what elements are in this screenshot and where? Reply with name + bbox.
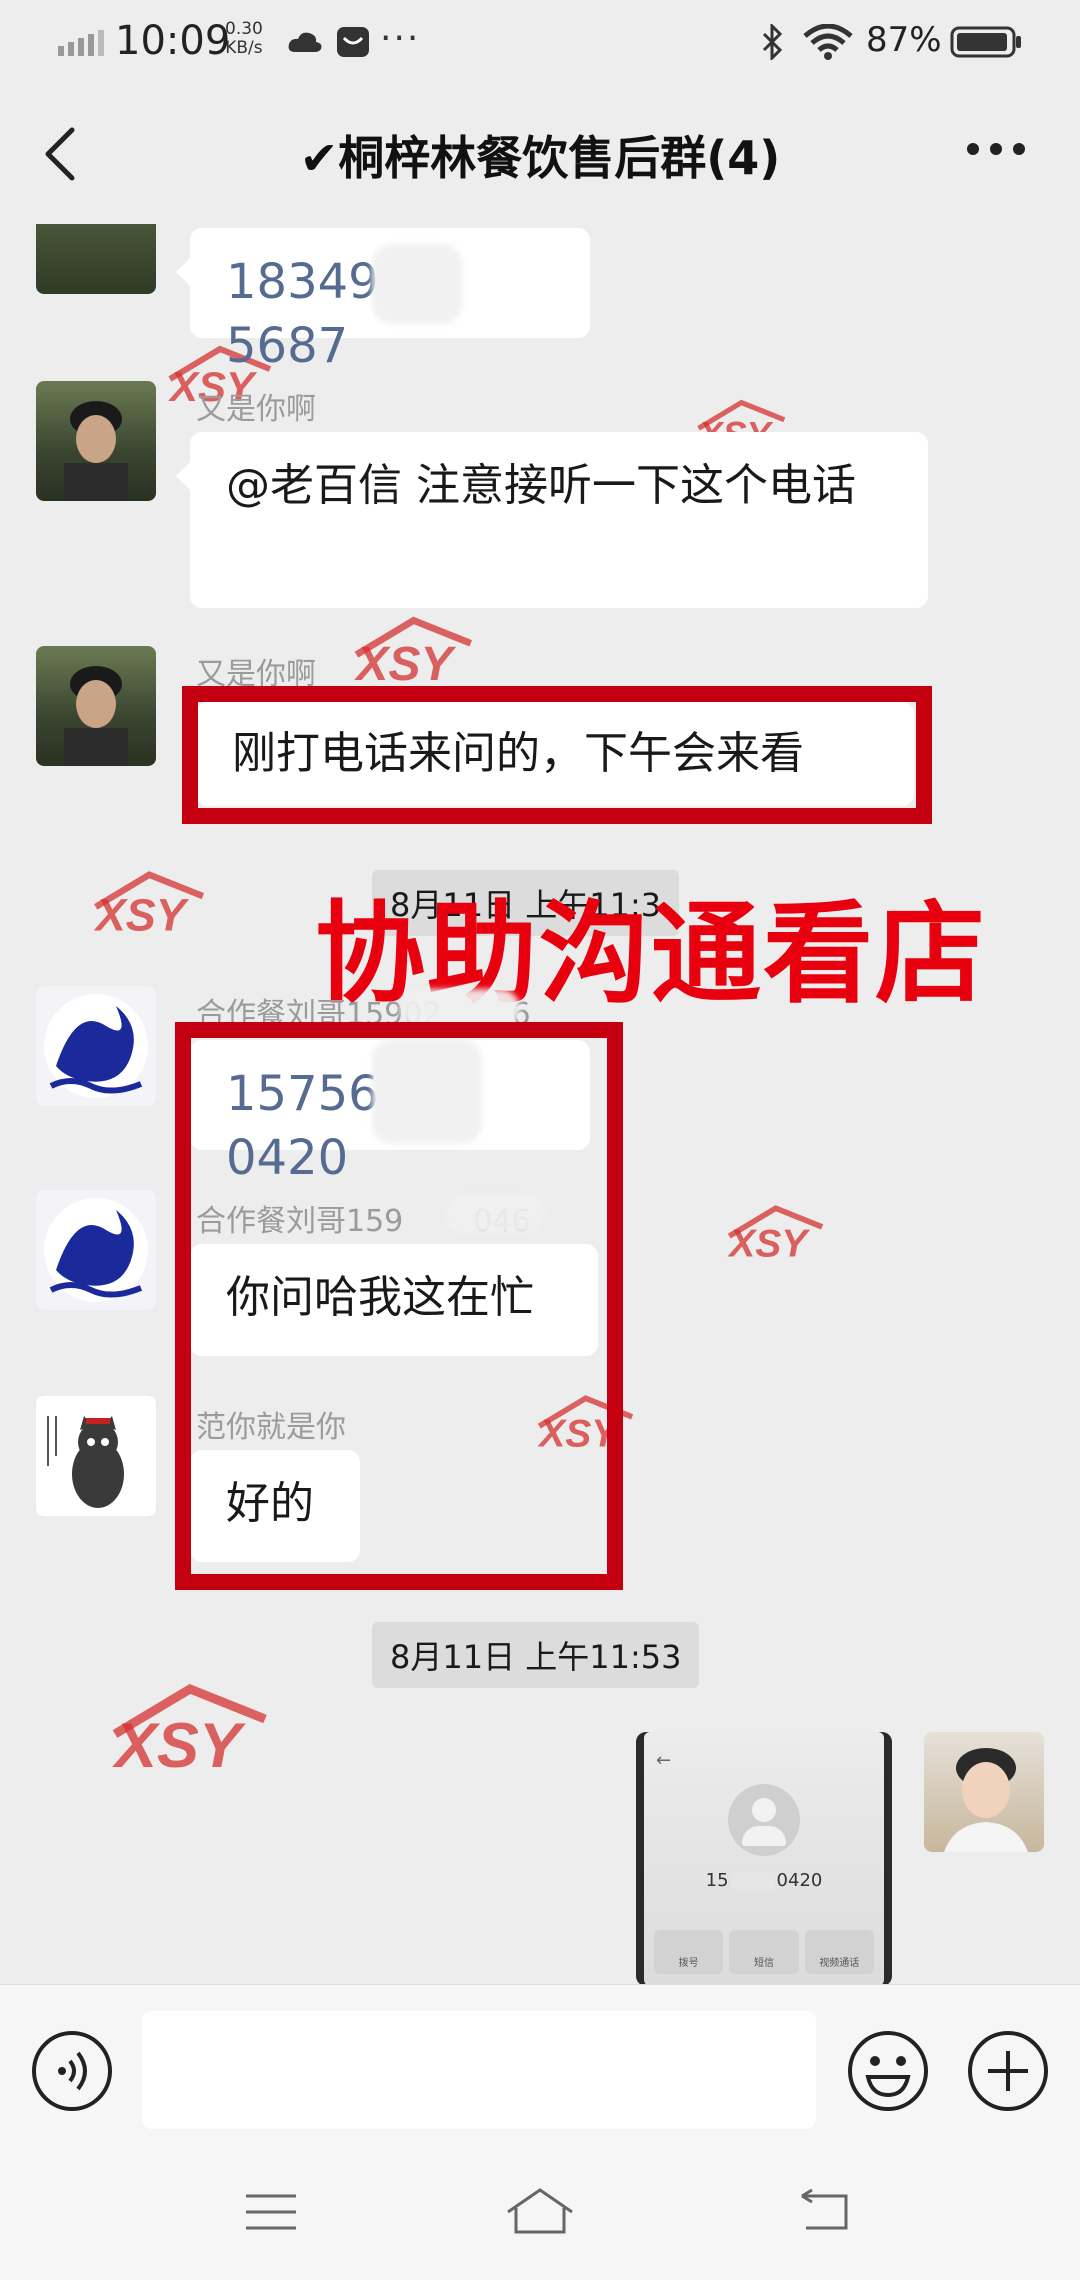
avatar[interactable] (36, 1396, 156, 1516)
status-time: 10:09 (115, 18, 231, 64)
home-icon[interactable] (504, 2186, 576, 2236)
avatar[interactable] (36, 1190, 156, 1310)
person-icon (64, 401, 128, 501)
svg-text:XSY: XSY (353, 638, 456, 689)
person-icon (944, 1748, 1028, 1852)
cat-icon (47, 1416, 124, 1508)
message-timestamp: 8月11日 上午11:53 (372, 1622, 700, 1688)
system-navigation (0, 2154, 1080, 2280)
highlight-box (175, 1022, 623, 1590)
chat-title: ✔桐梓林餐饮售后群(4) (299, 131, 781, 185)
highlight-box (182, 686, 932, 824)
svg-text:XSY: XSY (93, 889, 190, 939)
input-bar (0, 1984, 1080, 2155)
avatar[interactable] (36, 646, 156, 766)
avatar[interactable] (36, 986, 156, 1106)
message-bubble[interactable]: @老百信 注意接听一下这个电话 (176, 432, 928, 608)
avatar[interactable] (36, 224, 156, 294)
status-bar: 10:09 0.30 KB/s ··· 87% (0, 0, 1080, 92)
watermark-logo: XSY (112, 1683, 267, 1779)
bluetooth-icon (762, 24, 783, 60)
watermark-logo: XSY (353, 616, 472, 689)
more-notifications: ··· (380, 18, 421, 59)
chat-message-list[interactable]: XSY XSY XSY XSY XSY XSY XSY 183495687 又是… (0, 224, 1080, 1984)
privacy-blur (372, 244, 462, 324)
back-icon[interactable] (798, 2188, 852, 2234)
more-dots-icon[interactable] (966, 142, 1026, 156)
menu-icon[interactable] (244, 2192, 298, 2232)
chat-header: ✔桐梓林餐饮售后群(4) (0, 92, 1080, 224)
cloud-icon (288, 32, 322, 52)
dragon-icon (44, 1198, 148, 1302)
image-message[interactable]: ← 15 0420 拨号 短信 视频通话 (636, 1732, 892, 1984)
svg-text:XSY: XSY (727, 1223, 810, 1264)
emoji-icon[interactable] (846, 2029, 930, 2113)
my-avatar[interactable] (924, 1732, 1044, 1852)
message-input[interactable] (142, 2011, 816, 2129)
wifi-icon (803, 24, 853, 60)
svg-text:XSY: XSY (112, 1711, 246, 1779)
signal-icon (58, 30, 104, 56)
voice-input-icon[interactable] (30, 2029, 114, 2113)
watermark-logo: XSY (93, 871, 205, 939)
plus-icon[interactable] (966, 2029, 1050, 2113)
battery-icon (950, 26, 1021, 58)
dragon-icon (44, 994, 148, 1098)
sender-name: 又是你啊 (196, 392, 316, 427)
avatar[interactable] (36, 381, 156, 501)
watermark-logo: XSY (727, 1205, 824, 1264)
message-app-icon (337, 27, 369, 57)
battery-percent: 87% (866, 20, 942, 60)
person-icon (64, 666, 128, 766)
contact-placeholder-icon (728, 1784, 800, 1856)
network-speed: 0.30 KB/s (225, 19, 263, 58)
